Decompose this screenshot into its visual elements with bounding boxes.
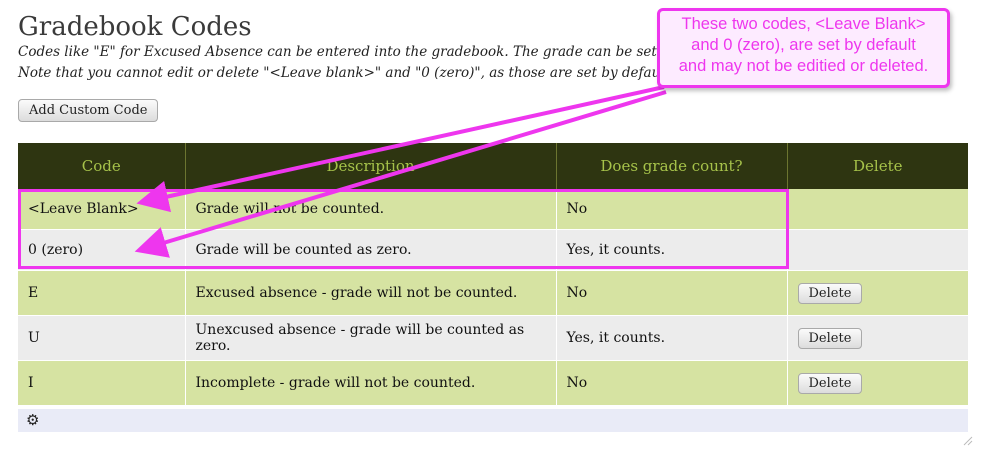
- header-delete: Delete: [787, 143, 968, 189]
- code-cell: U: [18, 315, 186, 361]
- header-code: Code: [18, 143, 186, 189]
- gear-icon[interactable]: ⚙: [26, 411, 39, 429]
- table-row: I Incomplete - grade will not be counted…: [18, 360, 968, 406]
- delete-cell: Delete: [787, 360, 968, 406]
- delete-button[interactable]: Delete: [797, 282, 863, 304]
- description-cell: Unexcused absence - grade will be counte…: [185, 315, 557, 361]
- table-footer-bar: ⚙: [18, 409, 968, 432]
- callout-line1: These two codes, <Leave Blank>: [681, 15, 926, 33]
- counts-cell: No: [556, 189, 788, 230]
- table-row: 0 (zero) Grade will be counted as zero. …: [18, 229, 968, 271]
- header-description: Description: [185, 143, 557, 189]
- annotation-callout: These two codes, <Leave Blank> and 0 (ze…: [657, 8, 950, 88]
- counts-cell: Yes, it counts.: [556, 229, 788, 271]
- delete-cell: [787, 189, 968, 230]
- header-grade-counts: Does grade count?: [556, 143, 788, 189]
- table-header-row: Code Description Does grade count? Delet…: [18, 143, 968, 189]
- code-cell: 0 (zero): [18, 229, 186, 271]
- table-row: <Leave Blank> Grade will not be counted.…: [18, 189, 968, 230]
- page-description-line1: Codes like "E" for Excused Absence can b…: [18, 44, 675, 60]
- description-cell: Grade will be counted as zero.: [185, 229, 557, 271]
- page-title: Gradebook Codes: [18, 12, 252, 42]
- callout-line2: and 0 (zero), are set by default: [691, 36, 916, 54]
- delete-cell: [787, 229, 968, 271]
- counts-cell: Yes, it counts.: [556, 315, 788, 361]
- counts-cell: No: [556, 270, 788, 316]
- add-custom-code-button[interactable]: Add Custom Code: [18, 99, 159, 122]
- resize-grip-icon[interactable]: [963, 436, 973, 446]
- page-description-line2: Note that you cannot edit or delete "<Le…: [18, 65, 675, 81]
- description-cell: Incomplete - grade will not be counted.: [185, 360, 557, 406]
- code-cell: E: [18, 270, 186, 316]
- table-row: U Unexcused absence - grade will be coun…: [18, 315, 968, 361]
- codes-table: Code Description Does grade count? Delet…: [18, 143, 968, 406]
- delete-button[interactable]: Delete: [797, 327, 863, 349]
- delete-cell: Delete: [787, 270, 968, 316]
- delete-button[interactable]: Delete: [797, 372, 863, 394]
- code-cell: <Leave Blank>: [18, 189, 186, 230]
- table-row: E Excused absence - grade will not be co…: [18, 270, 968, 316]
- delete-cell: Delete: [787, 315, 968, 361]
- callout-line3: and may not be editied or deleted.: [678, 57, 929, 75]
- code-cell: I: [18, 360, 186, 406]
- counts-cell: No: [556, 360, 788, 406]
- description-cell: Excused absence - grade will not be coun…: [185, 270, 557, 316]
- description-cell: Grade will not be counted.: [185, 189, 557, 230]
